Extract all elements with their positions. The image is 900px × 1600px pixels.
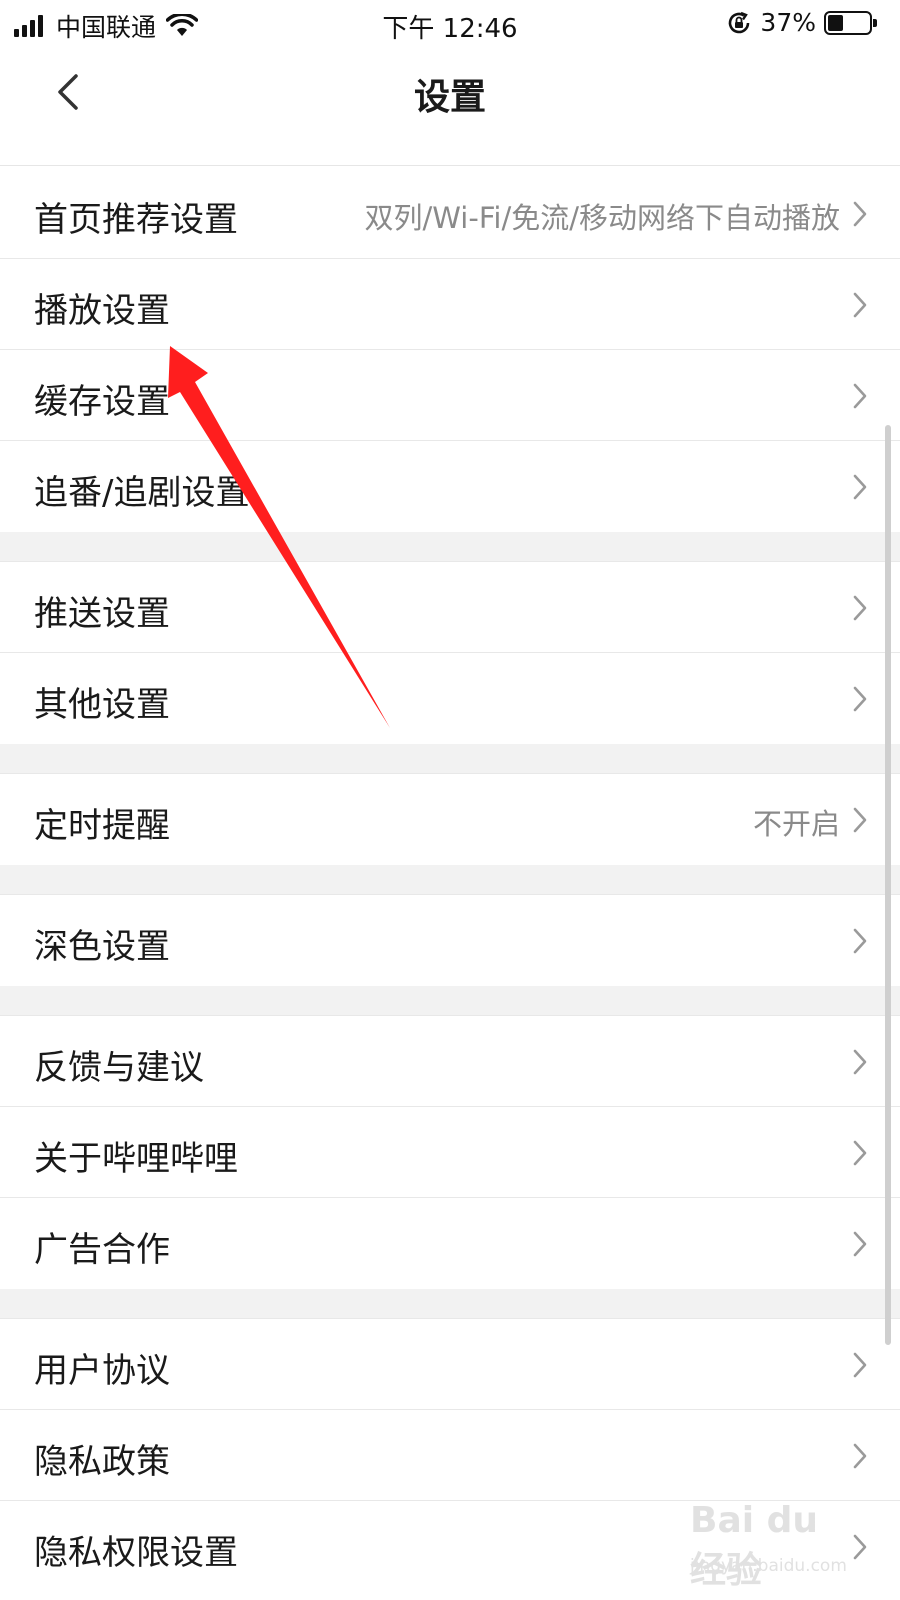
chevron-right-icon <box>852 1442 868 1470</box>
chevron-right-icon <box>852 200 868 228</box>
chevron-right-icon <box>852 291 868 319</box>
battery-fill <box>828 14 843 31</box>
settings-row-label: 推送设置 <box>34 594 170 634</box>
chevron-right-icon <box>852 1230 868 1258</box>
settings-row[interactable]: 推送设置 <box>0 562 900 653</box>
chevron-right-icon <box>852 1351 868 1379</box>
settings-row-label: 反馈与建议 <box>34 1048 204 1088</box>
chevron-right-icon <box>852 594 868 622</box>
settings-row-label: 首页推荐设置 <box>34 200 238 240</box>
section-divider <box>0 744 900 774</box>
settings-row[interactable]: 其他设置 <box>0 653 900 744</box>
battery-percentage: 37% <box>760 8 816 37</box>
settings-list: 首页推荐设置 双列/Wi-Fi/免流/移动网络下自动播放播放设置缓存设置追番/追剧… <box>0 168 900 1592</box>
settings-row-label: 定时提醒 <box>34 806 170 846</box>
rotation-lock-icon <box>729 11 750 33</box>
chevron-right-icon <box>852 806 868 834</box>
chevron-right-icon <box>852 685 868 713</box>
chevron-right-icon <box>852 473 868 501</box>
status-right: 37% <box>726 8 877 37</box>
settings-row[interactable]: 关于哔哩哔哩 <box>0 1107 900 1198</box>
watermark-logo: Bai du 经验 <box>690 1500 819 1591</box>
settings-row[interactable]: 隐私政策 <box>0 1410 900 1501</box>
status-bar: 中国联通 下午 12:46 37% <box>0 0 900 46</box>
settings-row-label: 播放设置 <box>34 291 170 331</box>
settings-row[interactable]: 缓存设置 <box>0 350 900 441</box>
settings-row[interactable]: 播放设置 <box>0 259 900 350</box>
chevron-right-icon <box>852 1139 868 1167</box>
scrollbar[interactable] <box>885 425 891 1345</box>
baidu-jingyan-watermark: Bai du 经验 jingyan.baidu.com <box>690 1500 860 1591</box>
settings-row[interactable]: 反馈与建议 <box>0 1016 900 1107</box>
settings-row-label: 广告合作 <box>34 1230 170 1270</box>
battery-icon <box>824 10 877 35</box>
section-divider <box>0 1289 900 1319</box>
section-divider <box>0 986 900 1016</box>
section-divider <box>0 532 900 562</box>
chevron-right-icon <box>852 927 868 955</box>
page-title: 设置 <box>413 77 486 118</box>
watermark-url: jingyan.baidu.com <box>690 1556 847 1576</box>
settings-row-label: 隐私政策 <box>34 1442 170 1482</box>
settings-row-label: 追番/追剧设置 <box>34 473 250 513</box>
nav-bar: 设置 <box>0 46 900 166</box>
settings-row-label: 其他设置 <box>34 685 170 725</box>
settings-row[interactable]: 用户协议 <box>0 1319 900 1410</box>
chevron-right-icon <box>852 1048 868 1076</box>
settings-row-value: 双列/Wi-Fi/免流/移动网络下自动播放 <box>364 201 841 235</box>
settings-row-label: 用户协议 <box>34 1351 170 1391</box>
settings-row-label: 缓存设置 <box>34 382 170 422</box>
settings-row-label: 隐私权限设置 <box>34 1533 238 1573</box>
settings-row[interactable]: 定时提醒 不开启 <box>0 774 900 865</box>
chevron-right-icon <box>852 382 868 410</box>
settings-row[interactable]: 深色设置 <box>0 895 900 986</box>
settings-row[interactable]: 广告合作 <box>0 1198 900 1289</box>
section-divider <box>0 865 900 895</box>
settings-row[interactable]: 首页推荐设置 双列/Wi-Fi/免流/移动网络下自动播放 <box>0 168 900 259</box>
settings-row-label: 深色设置 <box>34 927 170 967</box>
settings-row-label: 关于哔哩哔哩 <box>34 1139 238 1179</box>
settings-row-value: 不开启 <box>752 807 840 841</box>
settings-row[interactable]: 追番/追剧设置 <box>0 441 900 532</box>
